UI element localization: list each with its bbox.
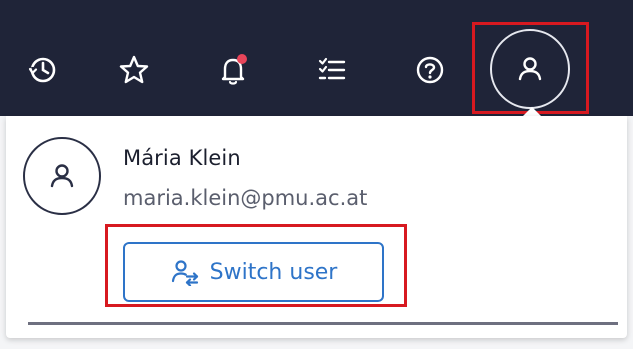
user-icon <box>518 57 542 81</box>
notification-dot <box>237 54 247 64</box>
tasks-icon[interactable] <box>312 50 352 90</box>
menu-divider <box>28 322 618 325</box>
bell-icon[interactable] <box>213 50 253 90</box>
switch-user-button[interactable]: Switch user <box>123 242 384 302</box>
user-avatar <box>23 137 101 215</box>
user-email: maria.klein@pmu.ac.at <box>123 186 368 210</box>
user-name: Mária Klein <box>123 146 241 170</box>
account-dropdown-panel <box>6 116 627 338</box>
help-icon[interactable] <box>410 50 450 90</box>
top-navigation-bar <box>0 0 633 116</box>
user-icon <box>50 164 74 188</box>
star-icon[interactable] <box>114 50 154 90</box>
history-icon[interactable] <box>23 50 63 90</box>
account-menu-button[interactable] <box>490 29 570 109</box>
switch-user-icon <box>171 260 198 286</box>
switch-user-label: Switch user <box>209 259 338 285</box>
screenshot-frame: Mária Klein maria.klein@pmu.ac.at Switch… <box>0 0 633 349</box>
